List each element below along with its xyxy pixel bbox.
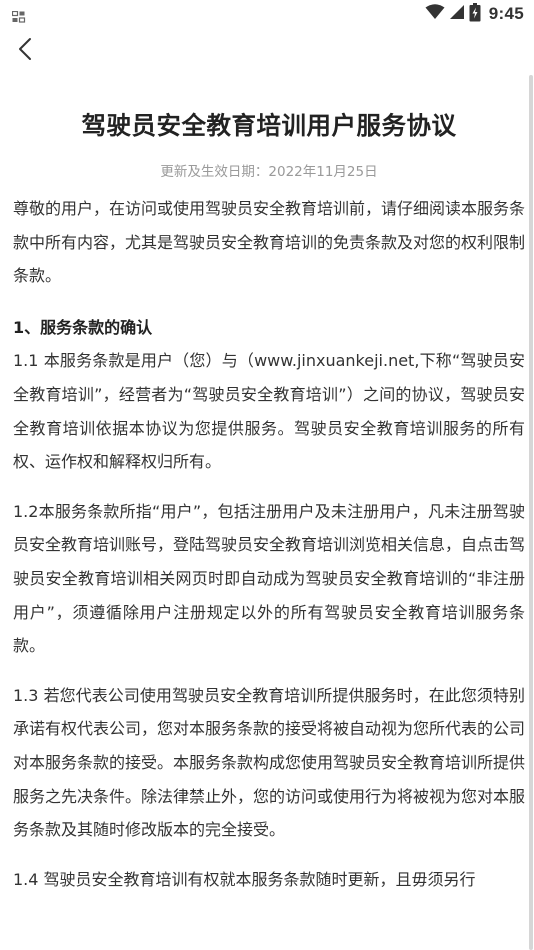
intro-paragraph: 尊敬的用户，在访问或使用驾驶员安全教育培训前，请仔细阅读本服务条款中所有内容，尤… (13, 199, 526, 286)
status-time: 9:45 (488, 4, 524, 23)
scrollbar[interactable] (529, 75, 533, 950)
clause-1-3: 1.3 若您代表公司使用驾驶员安全教育培训所提供服务时，在此您须特别承诺有权代表… (13, 685, 526, 840)
clause-1-2: 1.2本服务条款所指“用户”，包括注册用户及未注册用户，凡未注册驾驶员安全教育培… (13, 501, 526, 656)
clause-1-1: 1.1 本服务条款是用户（您）与（www.jinxuankeji.net,下称“… (13, 351, 525, 472)
wifi-icon (425, 4, 445, 24)
cellular-signal-icon (449, 4, 465, 24)
agreement-content: 驾驶员安全教育培训用户服务协议 更新及生效日期：2022年11月25日 尊敬的用… (13, 100, 525, 896)
status-icons: 9:45 (425, 2, 524, 26)
notification-grid-icon (11, 8, 26, 23)
chevron-left-icon (17, 37, 33, 65)
effective-date: 更新及生效日期：2022年11月25日 (160, 164, 378, 180)
back-button[interactable] (10, 36, 40, 66)
battery-icon (469, 2, 481, 26)
page-title: 驾驶员安全教育培训用户服务协议 (81, 111, 457, 140)
status-bar: 9:45 (0, 0, 534, 28)
clause-1-4: 1.4 驾驶员安全教育培训有权就本服务条款随时更新，且毋须另行 (13, 869, 476, 889)
section-heading: 1、服务条款的确认 (13, 317, 153, 337)
